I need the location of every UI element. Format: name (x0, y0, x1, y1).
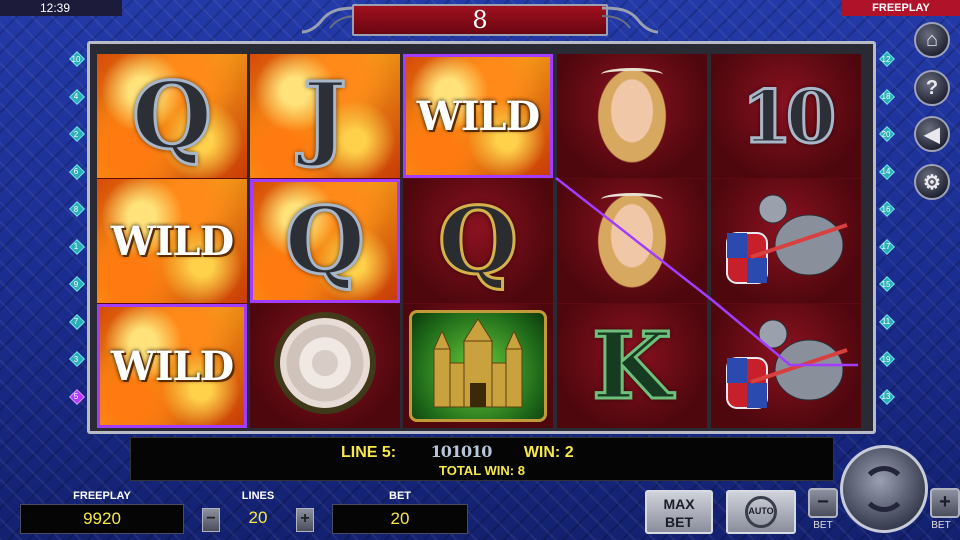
line-indicator[interactable]: 16 (878, 201, 895, 217)
lines-label: LINES (241, 490, 275, 502)
free-spins-counter: 8 (300, 0, 660, 44)
reel-cell (250, 304, 400, 428)
symbol-j: J (302, 61, 348, 172)
bet-value: 20 (332, 504, 468, 534)
symbol-wild: WILD (416, 92, 540, 140)
gear-icon: ⚙ (923, 171, 941, 194)
reel-4: K (557, 54, 707, 428)
speaker-muted-icon: ◀ (924, 123, 940, 146)
bet-increase-button[interactable]: + (930, 488, 960, 518)
line-indicator[interactable]: 9 (68, 276, 85, 292)
line-indicator[interactable]: 19 (878, 351, 895, 367)
reel-1: Q WILD WILD (97, 54, 247, 428)
tiara-icon (601, 193, 663, 206)
symbol-castle-icon (409, 310, 547, 422)
line-symbols: 101010 (430, 442, 493, 461)
line-indicator[interactable]: 18 (878, 88, 895, 105)
win-message-panel: LINE 5: 101010 WIN: 2 TOTAL WIN: 8 (130, 437, 834, 481)
max-bet-button[interactable]: MAX BET (645, 490, 713, 534)
reel-2: JQ (250, 54, 400, 428)
line-indicator[interactable]: 4 (68, 88, 85, 105)
clock: 12:39 (0, 0, 122, 16)
free-spins-count: 8 (352, 4, 608, 36)
autoplay-button[interactable]: AUTO (726, 490, 796, 534)
autoplay-label: AUTO (748, 506, 774, 516)
line-indicator[interactable]: 20 (878, 126, 895, 142)
line-indicators-right: 12 18 20 14 16 17 15 11 19 13 (878, 51, 895, 432)
reel-cell: Q (250, 179, 400, 303)
home-button[interactable]: ⌂ (914, 22, 950, 58)
reel-cell: WILD (97, 304, 247, 428)
home-icon: ⌂ (925, 28, 939, 51)
reel-cell (711, 179, 861, 303)
line-indicator[interactable]: 12 (878, 51, 895, 67)
symbol-k: K (591, 311, 674, 422)
reel-cell (711, 304, 861, 428)
line-indicator[interactable]: 5 (68, 388, 85, 405)
line-indicator[interactable]: 10 (68, 51, 85, 67)
line-indicators-left: 10 4 2 6 8 1 9 7 3 5 (68, 51, 85, 432)
reel-cell: WILD (97, 179, 247, 303)
symbol-q: Q (436, 186, 519, 297)
symbol-wild: WILD (110, 342, 234, 390)
symbol-knight-icon (721, 187, 851, 295)
reel-cell: J (250, 54, 400, 178)
line-indicator[interactable]: 14 (878, 163, 895, 180)
symbol-wild: WILD (110, 217, 234, 265)
spin-arrows-icon (861, 466, 907, 512)
line-indicator[interactable]: 7 (68, 313, 85, 330)
line-indicator[interactable]: 11 (878, 313, 895, 330)
lines-increase-button[interactable]: + (296, 508, 314, 532)
bet-decrease-label: BET (813, 520, 833, 531)
bet-label: BET (389, 490, 411, 502)
reel-5: 10 (711, 54, 861, 428)
lines-decrease-button[interactable]: − (202, 508, 220, 532)
ornament-left-icon (301, 6, 359, 34)
reel-cell: Q (403, 179, 553, 303)
line-indicator[interactable]: 1 (68, 238, 85, 255)
win-line-info: LINE 5: 101010 WIN: 2 (341, 442, 574, 462)
line-label: LINE 5: (341, 444, 397, 461)
reel-cell: K (557, 304, 707, 428)
reel-3: WILD Q (403, 54, 553, 428)
tiara-icon (601, 68, 663, 81)
mode-badge: FREEPLAY (842, 0, 960, 16)
max-bet-line2: BET (665, 514, 693, 530)
reel-cell (403, 304, 553, 428)
line-indicator[interactable]: 15 (878, 276, 895, 292)
symbol-knight-icon (721, 312, 851, 420)
symbol-q: Q (130, 61, 213, 172)
line-indicator[interactable]: 13 (878, 388, 895, 405)
sound-button[interactable]: ◀ (914, 116, 950, 152)
line-win: WIN: 2 (523, 444, 574, 461)
line-indicator[interactable]: 8 (68, 201, 85, 217)
symbol-q: Q (283, 186, 366, 297)
max-bet-line1: MAX (663, 496, 695, 512)
ornament-right-icon (601, 6, 659, 34)
settings-button[interactable]: ⚙ (914, 164, 950, 200)
question-icon: ? (925, 76, 939, 99)
reel-area: Q WILD WILD J Q WILD Q K 10 (87, 41, 876, 434)
total-win: TOTAL WIN: 8 (439, 463, 525, 478)
reel-cell: 10 (711, 54, 861, 178)
bet-increase-label: BET (931, 520, 951, 531)
line-indicator[interactable]: 2 (68, 126, 85, 142)
line-indicator[interactable]: 3 (68, 351, 85, 367)
symbol-rose-icon (280, 318, 370, 408)
symbol-10: 10 (740, 72, 837, 160)
reel-cell: WILD (403, 54, 553, 178)
line-indicator[interactable]: 17 (878, 238, 895, 255)
lines-value: 20 (248, 508, 268, 527)
freeplay-label: FREEPLAY (73, 490, 131, 502)
bet-decrease-button[interactable]: − (808, 488, 838, 518)
reel-cell: Q (97, 54, 247, 178)
freeplay-balance: 9920 (20, 504, 184, 534)
help-button[interactable]: ? (914, 70, 950, 106)
reel-cell (557, 54, 707, 178)
reel-cell (557, 179, 707, 303)
spin-button[interactable] (840, 445, 928, 533)
line-indicator[interactable]: 6 (68, 163, 85, 180)
